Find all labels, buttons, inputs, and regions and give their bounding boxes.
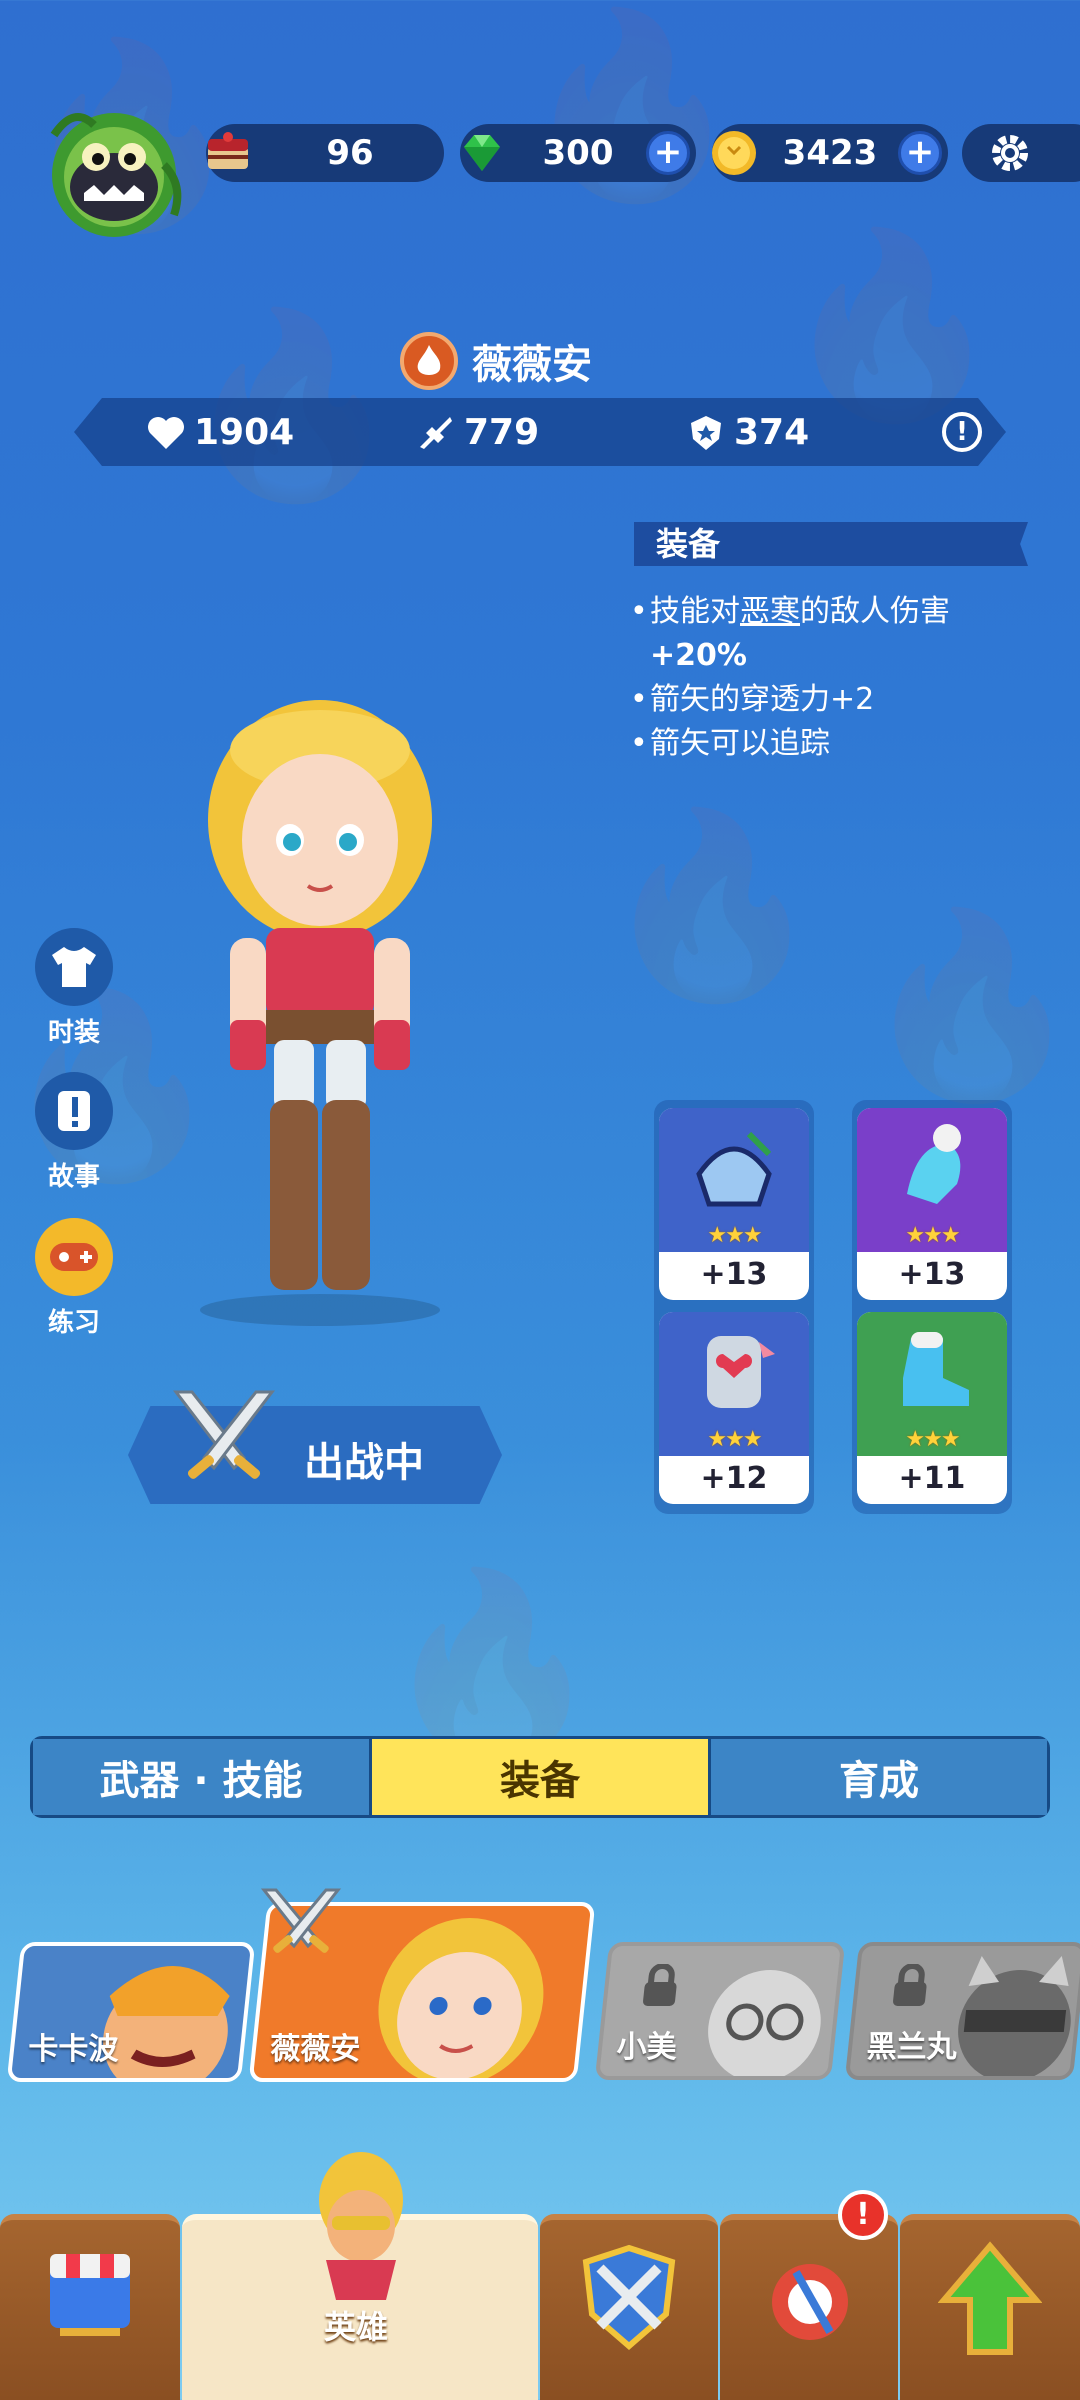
helmet-level: +13 — [700, 1257, 768, 1292]
tab-weapon-skill[interactable]: 武器 · 技能 — [33, 1739, 372, 1815]
tab-cultivate[interactable]: 育成 — [711, 1739, 1047, 1815]
hero-name-label: 卡卡波 — [28, 2032, 119, 2067]
hero-card-heilanwan[interactable]: 黑兰丸 — [844, 1942, 1080, 2080]
scroll-icon — [35, 1072, 113, 1150]
player-avatar[interactable] — [34, 95, 194, 237]
background-flame-icon: 🔥 — [860, 901, 1080, 1110]
effect-text: 的敌人伤害 — [800, 594, 950, 629]
effect-item: • 箭矢可以追踪 — [630, 722, 1030, 766]
deployed-label: 出战中 — [304, 1440, 424, 1486]
cake-icon — [200, 125, 256, 181]
hero-name-label: 薇薇安 — [270, 2032, 361, 2067]
gamepad-icon — [35, 1218, 113, 1296]
hero-name: 薇薇安 — [472, 342, 592, 388]
attack-value: 779 — [464, 412, 540, 453]
hero-tabs: 武器 · 技能 装备 育成 — [30, 1736, 1050, 1818]
defense-stat: 374 — [686, 412, 809, 453]
shirt-icon — [35, 928, 113, 1006]
hero-character-model[interactable] — [170, 690, 470, 1330]
battle-shield-icon — [582, 2244, 676, 2350]
hero-nav-icon — [319, 2152, 403, 2300]
green-gem-icon — [454, 125, 510, 181]
armor-level: +12 — [700, 1461, 768, 1496]
story-label: 故事 — [47, 1162, 100, 1192]
info-icon[interactable]: ! — [942, 412, 982, 452]
effect-item: • 箭矢的穿透力+2 — [630, 678, 1030, 722]
gold-coin-icon — [706, 125, 762, 181]
gem-resource-bar[interactable]: 300 + — [460, 124, 696, 182]
boots-level: +11 — [898, 1461, 966, 1496]
equipment-slot-helmet[interactable]: ★★★ +13 — [659, 1108, 809, 1300]
pet-icon — [772, 2264, 848, 2340]
tab-equipment[interactable]: 装备 — [372, 1739, 711, 1815]
nav-upgrade[interactable] — [900, 2214, 1080, 2400]
add-gems-button[interactable]: + — [646, 131, 690, 175]
fashion-button[interactable]: 时装 — [34, 928, 114, 1049]
notification-badge-icon: ! — [838, 2190, 888, 2240]
hero-card-xiaomei[interactable]: 小美 — [594, 1942, 846, 2080]
gear-icon — [992, 135, 1028, 171]
coin-resource-bar[interactable]: 3423 + — [712, 124, 948, 182]
shop-icon — [50, 2254, 130, 2336]
fashion-label: 时装 — [47, 1018, 100, 1048]
nav-hero[interactable]: 英雄 — [182, 2152, 538, 2400]
background-flame-icon: 🔥 — [600, 801, 825, 1010]
coin-count: 3423 — [782, 133, 878, 173]
armor-stars: ★★★ — [707, 1427, 762, 1452]
helmet-stars: ★★★ — [707, 1223, 762, 1248]
effect-text: 技能对 — [650, 594, 740, 629]
heart-icon — [148, 416, 184, 449]
equipment-panel-title: 装备 — [634, 522, 1028, 566]
add-coins-button[interactable]: + — [898, 131, 942, 175]
defense-value: 374 — [734, 412, 810, 453]
cake-count: 96 — [326, 133, 374, 173]
hero-name-row: 薇薇安 — [400, 332, 592, 390]
nav-hero-label: 英雄 — [324, 2308, 389, 2346]
practice-button[interactable]: 练习 — [34, 1218, 114, 1339]
flame-icon — [400, 332, 458, 390]
effect-item: • 技能对恶寒的敌人伤害 +20% — [630, 594, 950, 673]
cake-resource-bar[interactable]: 96 — [206, 124, 444, 182]
nav-battle[interactable] — [540, 2214, 718, 2400]
glove-stars: ★★★ — [905, 1223, 960, 1248]
lock-icon — [640, 1963, 681, 2012]
hero-name-label: 小美 — [616, 2030, 677, 2065]
helmet-icon: ★★★ — [659, 1108, 809, 1252]
boots-stars: ★★★ — [905, 1427, 960, 1452]
equipment-slot-glove[interactable]: ★★★ +13 — [857, 1108, 1007, 1300]
gem-count: 300 — [542, 133, 614, 173]
equipment-slot-armor[interactable]: ★★★ +12 — [659, 1312, 809, 1504]
story-button[interactable]: 故事 — [34, 1072, 114, 1193]
glove-icon: ★★★ — [857, 1108, 1007, 1252]
glove-level: +13 — [898, 1257, 966, 1292]
hero-card-kakabo[interactable]: 卡卡波 — [6, 1942, 256, 2082]
hp-value: 1904 — [194, 412, 295, 453]
upgrade-arrow-icon — [938, 2241, 1042, 2355]
hero-name-label: 黑兰丸 — [866, 2030, 957, 2065]
shield-icon — [691, 415, 721, 450]
nav-shop[interactable] — [0, 2214, 180, 2400]
equipment-effects-list: • 技能对恶寒的敌人伤害 +20% • 箭矢的穿透力+2 • 箭矢可以追踪 — [630, 590, 1030, 766]
attack-stat: 779 — [416, 412, 539, 453]
lock-icon — [890, 1963, 931, 2012]
effect-text: 箭矢的穿透力+2 — [650, 682, 875, 717]
nav-pets[interactable]: ! — [720, 2190, 898, 2400]
effect-keyword-link[interactable]: 恶寒 — [740, 594, 800, 629]
practice-label: 练习 — [47, 1308, 100, 1338]
crossed-swords-icon — [260, 1888, 342, 1953]
settings-button[interactable] — [962, 124, 1080, 182]
boots-icon: ★★★ — [857, 1312, 1007, 1456]
equipment-slot-boots[interactable]: ★★★ +11 — [857, 1312, 1007, 1504]
crossed-swords-icon — [172, 1390, 276, 1479]
armor-icon: ★★★ — [659, 1312, 809, 1456]
effect-text: 箭矢可以追踪 — [650, 726, 830, 761]
sword-icon — [420, 416, 452, 449]
hp-stat: 1904 — [146, 412, 294, 453]
effect-text: +20% — [650, 638, 747, 673]
